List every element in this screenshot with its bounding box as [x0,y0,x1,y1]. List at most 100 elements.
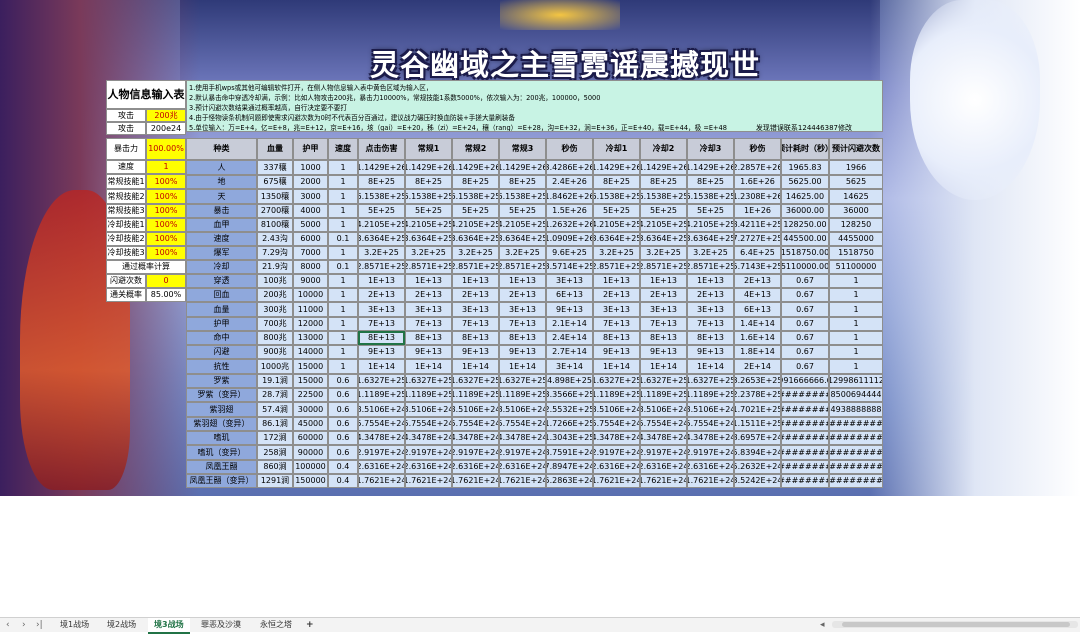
table-cell[interactable]: 0.6 [328,402,358,417]
table-cell[interactable]: 8E+25 [452,175,499,189]
table-cell[interactable]: 8E+13 [405,331,452,345]
table-cell[interactable]: 90000 [293,445,328,460]
table-cell[interactable]: 1 [328,204,358,218]
table-cell[interactable]: 86.1涧 [257,417,293,431]
table-cell[interactable]: 7000 [293,246,328,260]
table-cell[interactable]: 9E+13 [358,345,405,359]
row-label[interactable]: 护甲 [186,317,257,331]
table-cell[interactable]: 5E+25 [593,204,640,218]
table-cell[interactable]: 3.2E+25 [452,246,499,260]
table-cell[interactable]: 1.7621E+24 [405,474,452,488]
table-cell[interactable]: 1 [328,218,358,232]
table-cell[interactable]: ############ [781,402,829,417]
table-cell[interactable]: 1 [829,274,883,288]
table-cell[interactable]: ############ [829,431,883,445]
table-cell[interactable]: 1.7621E+24 [499,474,546,488]
table-cell[interactable]: 8.5106E+24 [593,402,640,417]
table-cell[interactable]: 2.9197E+24 [593,445,640,460]
row-label[interactable]: 爆军 [186,246,257,260]
table-cell[interactable]: 4.2105E+25 [593,218,640,232]
table-cell[interactable]: 5.7143E+25 [734,260,781,274]
table-cell[interactable]: 1.1189E+25 [499,388,546,402]
table-cell[interactable]: ############ [829,417,883,431]
table-cell[interactable]: ############ [781,388,829,402]
table-cell[interactable]: 13000 [293,331,328,345]
table-cell[interactable]: 1.6327E+25 [452,374,499,388]
table-cell[interactable]: 1.7021E+25 [734,402,781,417]
table-cell[interactable]: 900兆 [257,345,293,359]
table-cell[interactable]: 7E+13 [687,317,734,331]
table-cell[interactable]: 1E+13 [358,274,405,288]
table-cell[interactable]: 8000 [293,260,328,274]
table-cell[interactable]: 14625 [829,189,883,204]
table-cell[interactable]: 1.1429E+26 [687,160,734,175]
table-cell[interactable]: 4.3478E+24 [452,431,499,445]
table-cell[interactable]: 5E+25 [405,204,452,218]
table-cell[interactable]: 51100000 [829,260,883,274]
table-cell[interactable]: 0.67 [781,288,829,302]
table-cell[interactable]: 1.1511E+25 [734,417,781,431]
table-cell[interactable]: 5.7554E+24 [593,417,640,431]
table-cell[interactable]: 1.1429E+26 [640,160,687,175]
sheet-tab-2[interactable]: 境2战场 [101,618,142,632]
normal-skill-1-input[interactable]: 100% [146,174,186,189]
table-cell[interactable]: 3.2E+25 [687,246,734,260]
table-cell[interactable]: 100000 [293,460,328,474]
row-label[interactable]: 血量 [186,302,257,317]
table-cell[interactable]: 2E+14 [734,359,781,374]
table-cell[interactable]: 1E+14 [593,359,640,374]
table-cell[interactable]: 1 [328,160,358,175]
table-cell[interactable]: 1.1189E+25 [593,388,640,402]
table-cell[interactable]: 172涧 [257,431,293,445]
table-cell[interactable]: 6.1538E+25 [640,189,687,204]
table-cell[interactable]: 2E+13 [734,274,781,288]
table-cell[interactable]: 1000兆 [257,359,293,374]
table-cell[interactable]: 3.3566E+25 [546,388,593,402]
table-cell[interactable]: 1 [829,302,883,317]
table-cell[interactable]: 1.1429E+26 [593,160,640,175]
table-cell[interactable]: 2E+13 [358,288,405,302]
row-label[interactable]: 人 [186,160,257,175]
table-cell[interactable]: 1 [328,175,358,189]
table-cell[interactable]: 2.8571E+25 [593,260,640,274]
table-cell[interactable]: 1E+13 [405,274,452,288]
table-cell[interactable]: 2.1E+14 [546,317,593,331]
table-cell[interactable]: 7E+13 [640,317,687,331]
table-cell[interactable]: 12000 [293,317,328,331]
table-cell[interactable]: 2E+13 [405,288,452,302]
table-cell[interactable]: 1 [829,359,883,374]
table-cell[interactable]: 445500.00 [781,232,829,246]
table-cell[interactable]: 4000 [293,204,328,218]
table-cell[interactable]: 0.67 [781,317,829,331]
table-cell[interactable]: 6000 [293,232,328,246]
attack-input[interactable]: 200兆 [146,109,186,122]
table-cell[interactable]: 1.6327E+25 [687,374,734,388]
table-cell[interactable]: 7.29沟 [257,246,293,260]
last-sheet-icon[interactable]: ›| [36,618,43,632]
table-cell[interactable]: 6E+13 [546,288,593,302]
table-cell[interactable]: 0.67 [781,274,829,288]
table-cell[interactable]: 4.3478E+24 [687,431,734,445]
row-label[interactable]: 闪避 [186,345,257,359]
table-cell[interactable]: 700兆 [257,317,293,331]
add-sheet-button[interactable]: + [306,618,314,632]
table-cell[interactable]: 5E+25 [499,204,546,218]
normal-skill-3-input[interactable]: 100% [146,204,186,218]
table-cell[interactable]: 2.5532E+25 [546,402,593,417]
table-cell[interactable]: 3.4286E+26 [546,160,593,175]
table-cell[interactable]: 6.4E+25 [734,246,781,260]
table-cell[interactable]: 1.6327E+25 [405,374,452,388]
table-cell[interactable]: 1965.83 [781,160,829,175]
table-cell[interactable]: 1.7621E+24 [687,474,734,488]
table-cell[interactable]: 2.2378E+25 [734,388,781,402]
table-cell[interactable]: 2E+13 [499,288,546,302]
table-cell[interactable]: 28.7涧 [257,388,293,402]
table-cell[interactable]: 1.6E+14 [734,331,781,345]
table-cell[interactable]: 3000 [293,189,328,204]
crit-input[interactable]: 100.00% [146,138,186,160]
table-cell[interactable]: 2.9197E+24 [640,445,687,460]
table-cell[interactable]: 8E+13 [593,331,640,345]
table-cell[interactable]: 8E+13 [687,331,734,345]
table-cell[interactable]: 2.6316E+24 [452,460,499,474]
attack-value[interactable]: 200e24 [146,122,186,135]
